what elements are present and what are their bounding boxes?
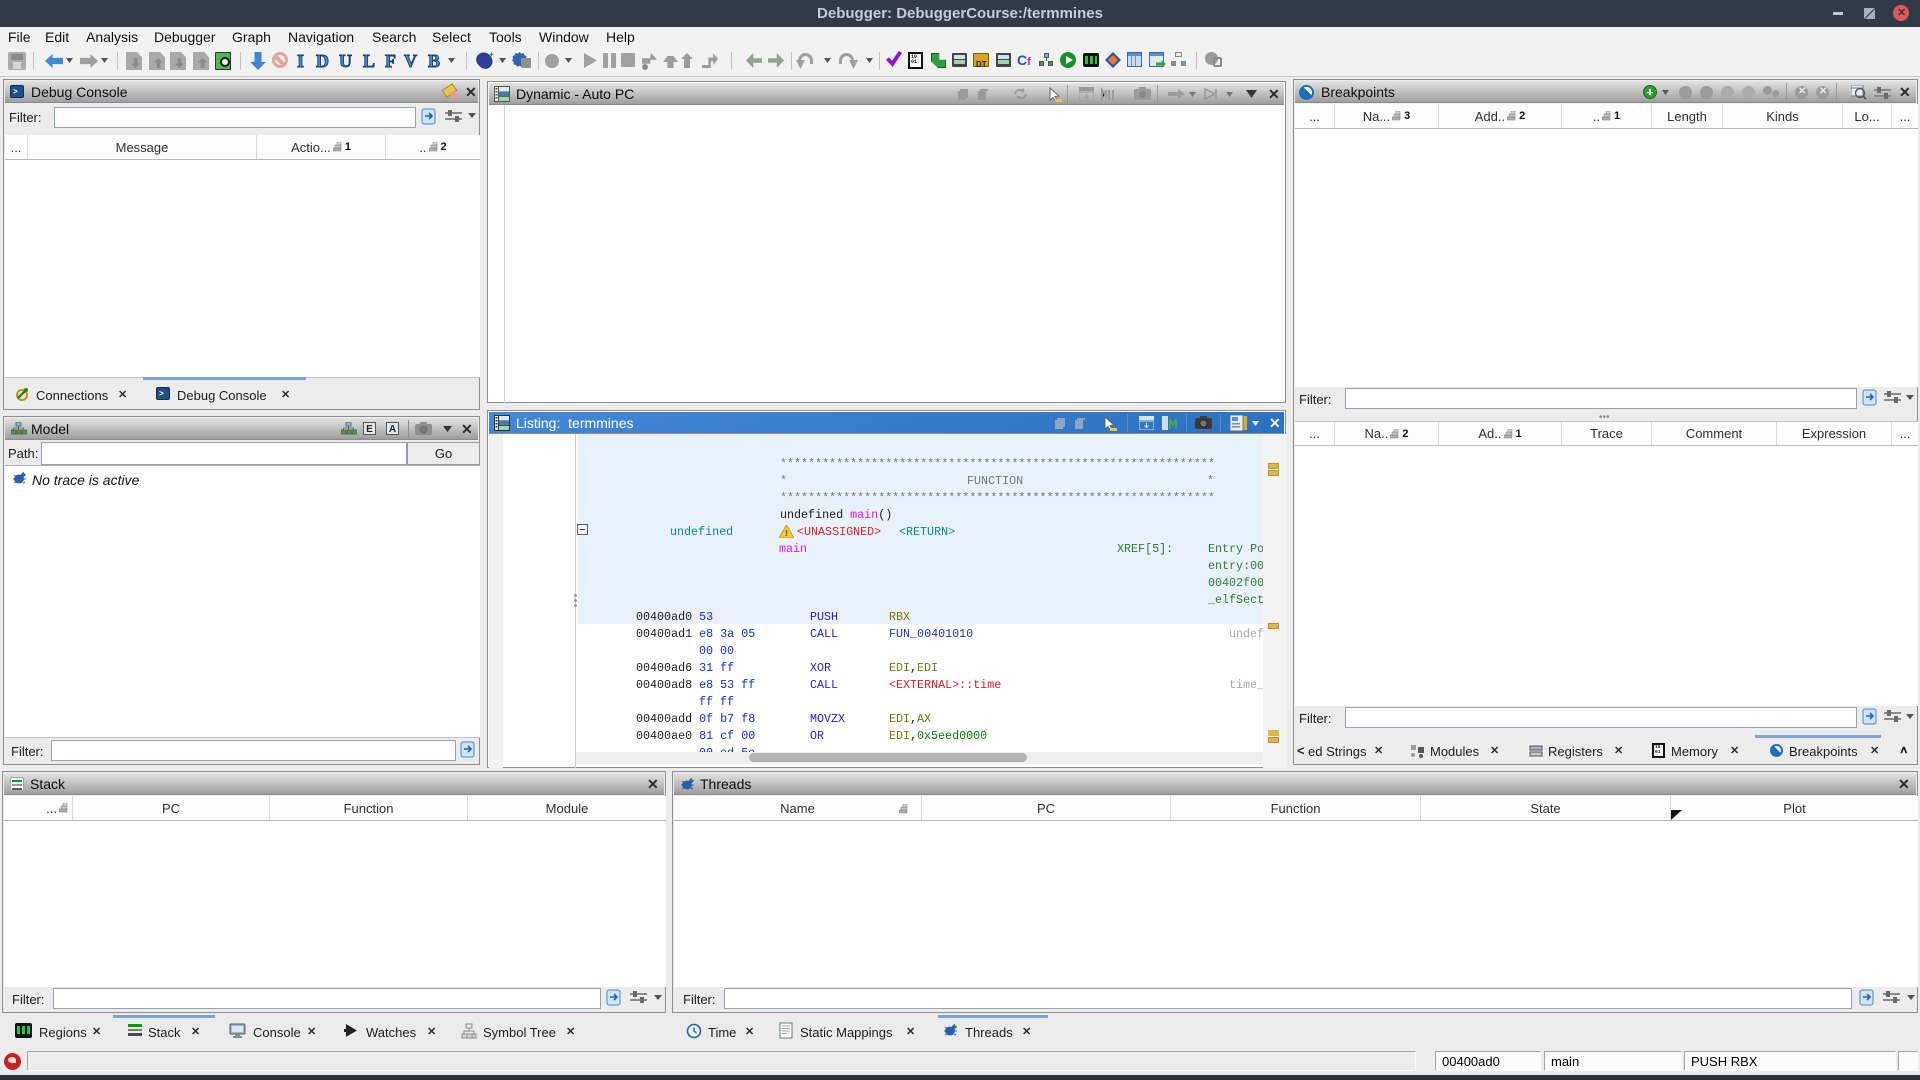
svg-text:!: ! xyxy=(784,529,789,538)
